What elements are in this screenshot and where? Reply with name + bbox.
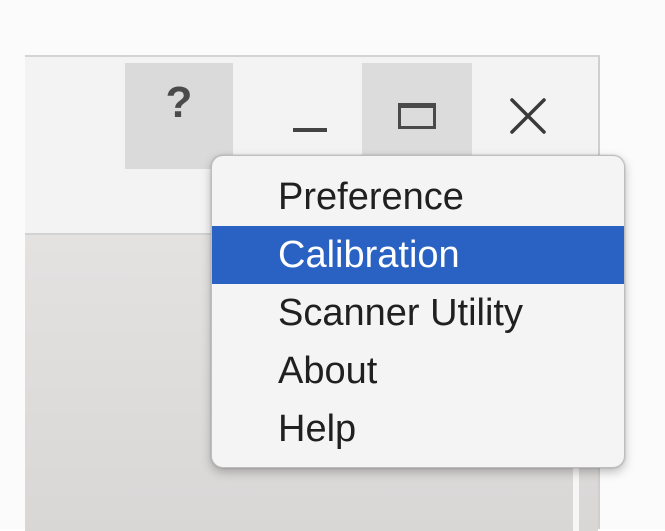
menu-item-calibration[interactable]: Calibration bbox=[212, 226, 624, 284]
help-button[interactable]: ? bbox=[125, 63, 233, 169]
menu-item-about[interactable]: About bbox=[212, 342, 624, 400]
menu-item-help[interactable]: Help bbox=[212, 400, 624, 458]
minimize-icon bbox=[293, 128, 327, 132]
close-button[interactable] bbox=[472, 63, 584, 169]
menu-item-scanner-utility[interactable]: Scanner Utility bbox=[212, 284, 624, 342]
dropdown-menu: Preference Calibration Scanner Utility A… bbox=[211, 155, 625, 468]
close-icon bbox=[510, 98, 546, 134]
maximize-icon bbox=[398, 103, 436, 129]
minimize-button[interactable] bbox=[260, 63, 360, 169]
help-button-label: ? bbox=[165, 78, 193, 127]
maximize-button[interactable] bbox=[362, 63, 472, 169]
menu-item-preference[interactable]: Preference bbox=[212, 168, 624, 226]
